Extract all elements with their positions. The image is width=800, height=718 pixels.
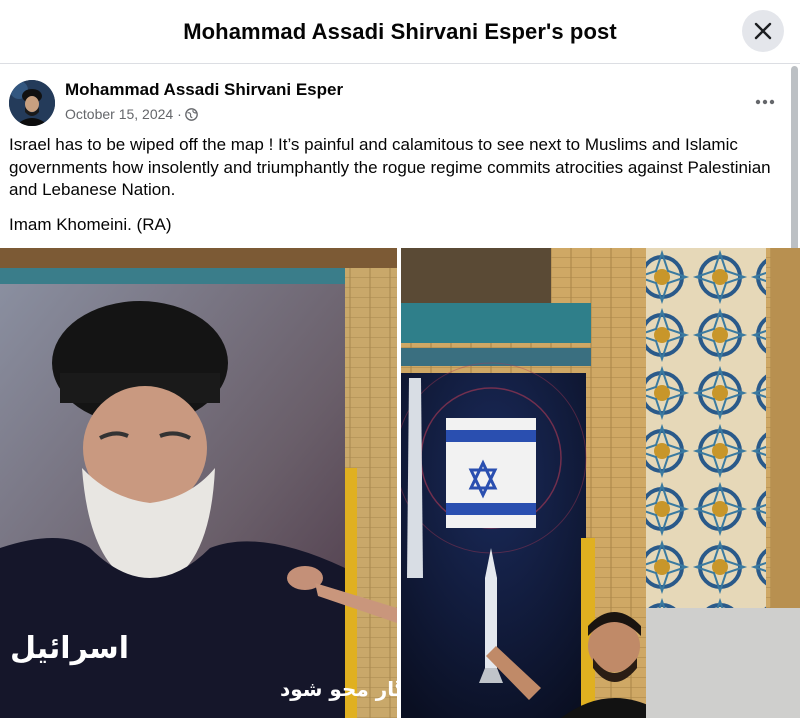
more-options-button[interactable]: [751, 88, 779, 116]
photo-khomeini-banner[interactable]: اسرائیل باید از صفحه روزگار محو شود: [0, 248, 397, 718]
post-modal-header: Mohammad Assadi Shirvani Esper's post: [0, 0, 800, 64]
post-paragraph: Israel has to be wiped off the map ! It’…: [9, 135, 771, 199]
post-meta: October 15, 2024 ·: [65, 106, 198, 122]
author-name[interactable]: Mohammad Assadi Shirvani Esper: [65, 80, 343, 100]
post-paragraph: Imam Khomeini. (RA): [9, 214, 172, 234]
post-body: Israel has to be wiped off the map ! It’…: [9, 134, 794, 248]
avatar[interactable]: [9, 80, 55, 126]
globe-icon: [184, 107, 198, 121]
avatar-image: [9, 80, 55, 126]
rocket-photo: [401, 248, 800, 718]
close-icon: [754, 22, 772, 40]
banner-slogan-text: باید از صفحه روزگار محو شود: [280, 677, 397, 701]
close-button[interactable]: [742, 10, 784, 52]
post-header: Mohammad Assadi Shirvani Esper October 1…: [9, 80, 789, 128]
modal-title: Mohammad Assadi Shirvani Esper's post: [183, 18, 617, 44]
more-icon: [755, 99, 775, 105]
banner-logo-text: اسرائیل: [10, 631, 129, 666]
photo-rocket-banner[interactable]: [401, 248, 800, 718]
banner-photo: اسرائیل باید از صفحه روزگار محو شود: [0, 248, 397, 718]
post-photos: اسرائیل باید از صفحه روزگار محو شود: [0, 248, 800, 718]
post-date[interactable]: October 15, 2024 ·: [65, 106, 182, 122]
